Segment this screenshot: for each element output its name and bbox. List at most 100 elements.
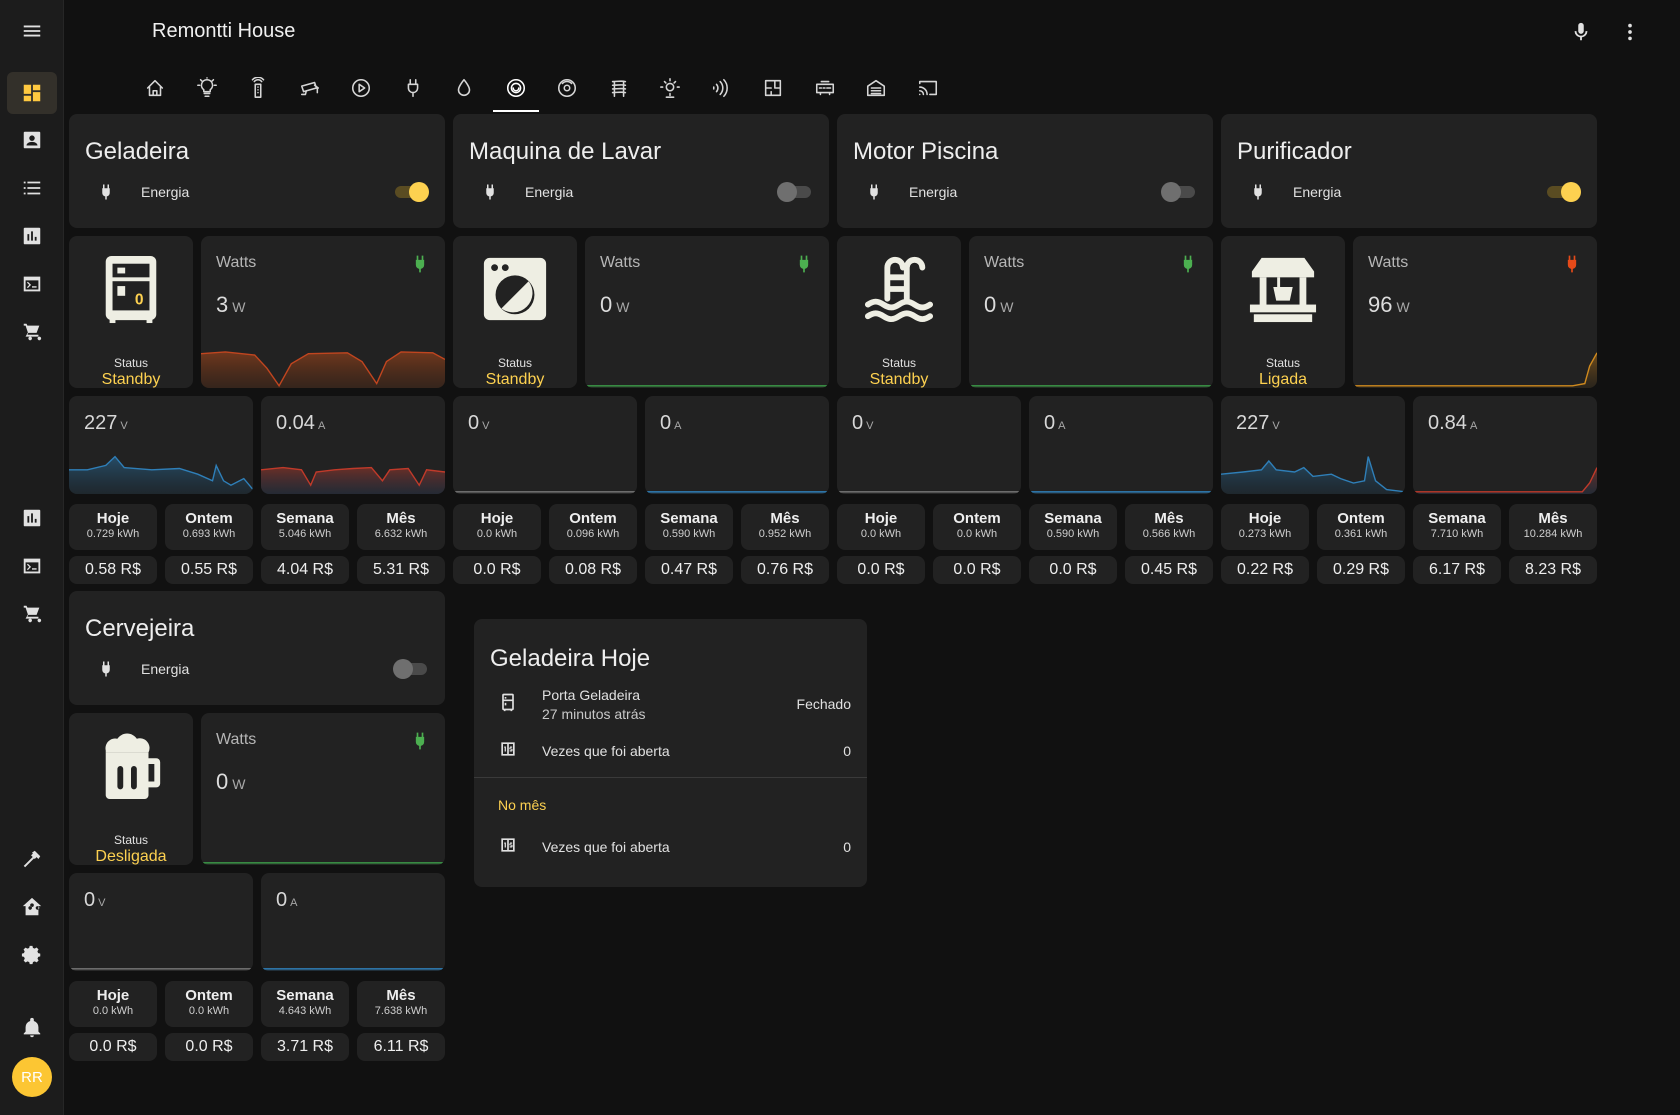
tab-home[interactable] <box>130 64 180 112</box>
period-1-cost[interactable]: 0.29 R$ <box>1317 556 1405 584</box>
tab-cctv[interactable] <box>285 64 335 112</box>
period-2-cost[interactable]: 0.0 R$ <box>1029 556 1117 584</box>
period-1-kwh[interactable]: Ontem 0.693 kWh <box>165 504 253 550</box>
tab-router[interactable] <box>800 64 850 112</box>
period-2-kwh[interactable]: Semana 7.710 kWh <box>1413 504 1501 550</box>
sidebar-item-energy[interactable] <box>7 497 57 539</box>
period-0-kwh[interactable]: Hoje 0.0 kWh <box>837 504 925 550</box>
period-0-kwh[interactable]: Hoje 0.0 kWh <box>69 981 157 1027</box>
period-3-kwh[interactable]: Mês 10.284 kWh <box>1509 504 1597 550</box>
voltage-card[interactable]: 227 V <box>1221 396 1405 494</box>
period-0-cost[interactable]: 0.22 R$ <box>1221 556 1309 584</box>
period-2-kwh[interactable]: Semana 0.590 kWh <box>1029 504 1117 550</box>
tab-garage[interactable] <box>851 64 901 112</box>
period-0-kwh[interactable]: Hoje 0.273 kWh <box>1221 504 1309 550</box>
current-card[interactable]: 0A <box>1029 396 1213 494</box>
tab-washing-machine[interactable] <box>491 64 541 112</box>
sidebar-item-overview[interactable] <box>7 72 57 114</box>
sidebar-item-terminal[interactable] <box>7 263 57 305</box>
period-1-cost[interactable]: 0.0 R$ <box>165 1033 253 1061</box>
energia-toggle[interactable] <box>1545 182 1581 202</box>
current-card[interactable]: 0.84 A <box>1413 396 1597 494</box>
period-1-kwh[interactable]: Ontem 0.0 kWh <box>933 504 1021 550</box>
voltage-card[interactable]: 0V <box>69 873 253 971</box>
period-3-cost[interactable]: 6.11 R$ <box>357 1033 445 1061</box>
period-3-kwh[interactable]: Mês 7.638 kWh <box>357 981 445 1027</box>
energia-toggle[interactable] <box>1161 182 1197 202</box>
sidebar-item-developer-tools[interactable] <box>7 838 57 880</box>
period-3-kwh[interactable]: Mês 0.952 kWh <box>741 504 829 550</box>
current-card[interactable]: 0A <box>645 396 829 494</box>
energia-switch-row[interactable]: Energia <box>853 172 1197 212</box>
period-0-cost[interactable]: 0.0 R$ <box>837 556 925 584</box>
tab-wifi-signal[interactable] <box>697 64 747 112</box>
voltage-card[interactable]: 227 V <box>69 396 253 494</box>
period-3-kwh[interactable]: Mês 6.632 kWh <box>357 504 445 550</box>
period-1-kwh[interactable]: Ontem 0.0 kWh <box>165 981 253 1027</box>
voltage-card[interactable]: 0V <box>837 396 1021 494</box>
current-card[interactable]: 0A <box>261 873 445 971</box>
tab-robot-vacuum[interactable] <box>542 64 592 112</box>
status-card[interactable]: 0 Status Standby <box>69 236 193 388</box>
period-2-kwh[interactable]: Semana 5.046 kWh <box>261 504 349 550</box>
status-card[interactable]: Status Desligada <box>69 713 193 865</box>
period-1-kwh[interactable]: Ontem 0.096 kWh <box>549 504 637 550</box>
current-card[interactable]: 0.04 A <box>261 396 445 494</box>
tab-remote[interactable] <box>233 64 283 112</box>
energia-switch-row[interactable]: Energia <box>469 172 813 212</box>
more-options-button[interactable] <box>1615 17 1645 47</box>
watts-gauge-card[interactable]: Watts 3 W <box>201 236 445 388</box>
status-card[interactable]: Status Ligada <box>1221 236 1345 388</box>
energia-switch-row[interactable]: Energia <box>85 172 429 212</box>
period-2-kwh[interactable]: Semana 4.643 kWh <box>261 981 349 1027</box>
period-2-cost[interactable]: 0.47 R$ <box>645 556 733 584</box>
energia-switch-row[interactable]: Energia <box>85 649 429 689</box>
period-2-cost[interactable]: 3.71 R$ <box>261 1033 349 1061</box>
energia-switch-row[interactable]: Energia <box>1237 172 1581 212</box>
period-2-cost[interactable]: 6.17 R$ <box>1413 556 1501 584</box>
sidebar-item-settings[interactable] <box>7 934 57 976</box>
tab-power-plug[interactable] <box>388 64 438 112</box>
period-3-cost[interactable]: 0.76 R$ <box>741 556 829 584</box>
tab-radiator[interactable] <box>594 64 644 112</box>
opens-today-row[interactable]: Vezes que foi aberta 0 <box>490 731 851 771</box>
tab-floor-plan[interactable] <box>748 64 798 112</box>
period-0-cost[interactable]: 0.0 R$ <box>453 556 541 584</box>
status-card[interactable]: Status Standby <box>453 236 577 388</box>
period-1-kwh[interactable]: Ontem 0.361 kWh <box>1317 504 1405 550</box>
sidebar-item-shopping[interactable] <box>7 311 57 353</box>
period-0-cost[interactable]: 0.58 R$ <box>69 556 157 584</box>
watts-gauge-card[interactable]: Watts 96 W <box>1353 236 1597 388</box>
door-sensor-row[interactable]: Porta Geladeira 27 minutos atrás Fechado <box>490 681 851 727</box>
watts-gauge-card[interactable]: Watts 0 W <box>969 236 1213 388</box>
period-1-cost[interactable]: 0.0 R$ <box>933 556 1021 584</box>
period-3-kwh[interactable]: Mês 0.566 kWh <box>1125 504 1213 550</box>
tab-lightbulb[interactable] <box>182 64 232 112</box>
period-2-cost[interactable]: 4.04 R$ <box>261 556 349 584</box>
voice-button[interactable] <box>1566 17 1596 47</box>
sidebar-item-cart[interactable] <box>7 593 57 635</box>
period-3-cost[interactable]: 5.31 R$ <box>357 556 445 584</box>
menu-button[interactable] <box>7 10 57 52</box>
voltage-card[interactable]: 0V <box>453 396 637 494</box>
tab-play[interactable] <box>336 64 386 112</box>
period-0-kwh[interactable]: Hoje 0.729 kWh <box>69 504 157 550</box>
energia-toggle[interactable] <box>393 659 429 679</box>
period-2-kwh[interactable]: Semana 0.590 kWh <box>645 504 733 550</box>
watts-gauge-card[interactable]: Watts 0 W <box>585 236 829 388</box>
period-0-kwh[interactable]: Hoje 0.0 kWh <box>453 504 541 550</box>
sidebar-item-home-assistant[interactable] <box>7 886 57 928</box>
period-0-cost[interactable]: 0.0 R$ <box>69 1033 157 1061</box>
status-card[interactable]: Status Standby <box>837 236 961 388</box>
period-3-cost[interactable]: 8.23 R$ <box>1509 556 1597 584</box>
energia-toggle[interactable] <box>393 182 429 202</box>
period-3-cost[interactable]: 0.45 R$ <box>1125 556 1213 584</box>
tab-weather[interactable] <box>645 64 695 112</box>
sidebar-item-notifications[interactable] <box>7 1007 57 1049</box>
tab-cast[interactable] <box>903 64 953 112</box>
sidebar-item-logbook[interactable] <box>7 167 57 209</box>
avatar[interactable]: RR <box>12 1057 52 1097</box>
energia-toggle[interactable] <box>777 182 813 202</box>
sidebar-item-person[interactable] <box>7 119 57 161</box>
period-1-cost[interactable]: 0.55 R$ <box>165 556 253 584</box>
